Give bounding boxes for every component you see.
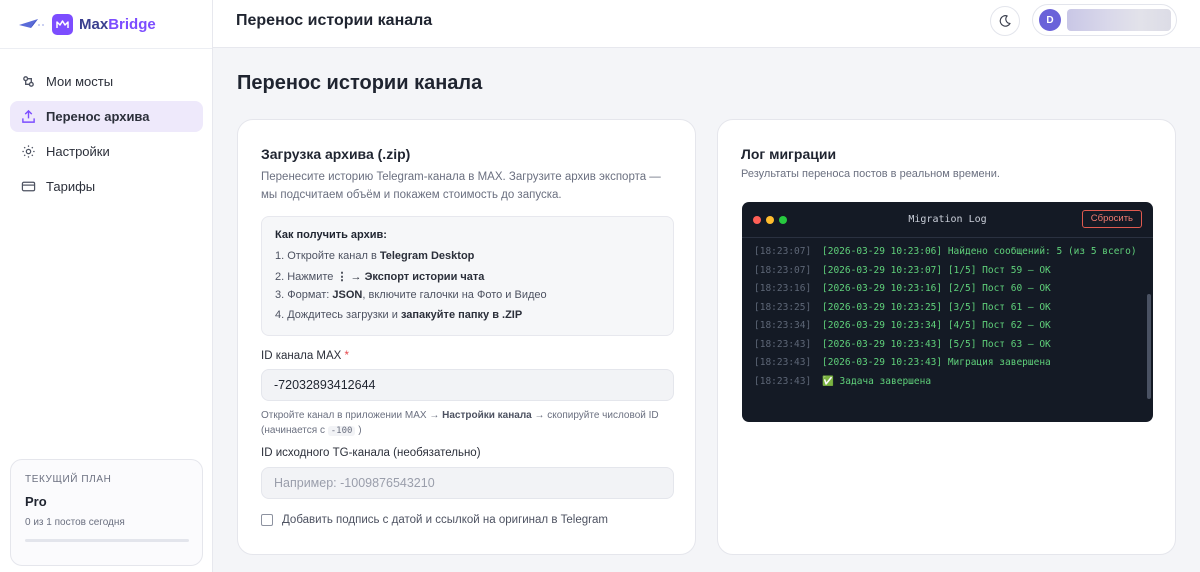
log-message: [2026-03-29 10:23:43] [5/5] Пост 63 — OK [822,338,1051,350]
log-line: [18:23:43] [2026-03-29 10:23:43] Миграция… [754,354,1141,373]
log-line: [18:23:25] [2026-03-29 10:23:25] [3/5] По… [754,299,1141,318]
sidebar: MaxBridge Мои мосты Перенос архива Настр… [0,0,213,572]
max-channel-id-input[interactable] [261,369,674,401]
log-timestamp: [18:23:25] [754,301,812,313]
howto-heading: Как получить архив: [275,229,387,241]
sidebar-item-settings[interactable]: Настройки [10,136,203,167]
moon-icon [999,15,1011,27]
brand-logo[interactable]: MaxBridge [18,12,156,36]
max-channel-id-hint: Откройте канал в приложении MAX → Настро… [261,410,659,436]
current-plan-card: ТЕКУЩИЙ ПЛАН Pro 0 из 1 постов сегодня [10,459,203,566]
terminal-header: Migration Log Сбросить [742,202,1153,238]
header-title: Перенос истории канала [236,12,433,29]
log-line: [18:23:43] ✅ Задача завершена [754,373,1141,392]
reset-button[interactable]: Сбросить [1081,210,1142,228]
required-mark: * [344,350,350,362]
howto-box: Как получить архив: 1. Откройте канал в … [261,216,674,336]
bridge-icon [20,74,36,90]
sidebar-item-label: Мои мосты [46,74,114,89]
migration-log-card: Лог миграции Результаты переноса постов … [717,119,1176,555]
divider [0,48,212,49]
gear-icon [20,144,36,160]
howto-steps: 1. Откройте канал в Telegram Desktop 2. … [275,250,660,328]
signature-checkbox-label: Добавить подпись с датой и ссылкой на ор… [282,514,608,526]
log-line: [18:23:43] [2026-03-29 10:23:43] [5/5] По… [754,336,1141,355]
terminal-scrollbar[interactable] [1147,294,1151,399]
upload-card-description: Перенесите историю Telegram-канала в MAX… [261,171,661,201]
signature-checkbox-row[interactable]: Добавить подпись с датой и ссылкой на ор… [261,514,608,526]
log-message: [2026-03-29 10:23:43] Миграция завершена [822,357,1051,368]
log-message: [2026-03-29 10:23:25] [3/5] Пост 61 — OK [822,301,1051,313]
migration-log-terminal: Migration Log Сбросить [18:23:07] [2026-0… [742,202,1153,422]
plan-label: ТЕКУЩИЙ ПЛАН [25,474,112,485]
signature-checkbox[interactable] [261,514,273,526]
plan-name: Pro [25,494,47,509]
log-lines[interactable]: [18:23:07] [2026-03-29 10:23:06] Найдено … [742,238,1153,391]
howto-step: 2. Нажмите ⋮ → Экспорт истории чата [275,270,485,283]
howto-step: 4. Дождитесь загрузки и запакуйте папку … [275,308,523,321]
log-line: [18:23:34] [2026-03-29 10:23:34] [4/5] По… [754,317,1141,336]
sidebar-item-label: Настройки [46,144,110,159]
max-channel-id-label: ID канала MAX * [261,350,350,362]
plan-usage: 0 из 1 постов сегодня [25,517,125,528]
tg-channel-id-input[interactable] [261,467,674,499]
avatar: D [1039,9,1061,31]
log-timestamp: [18:23:07] [754,246,812,257]
log-timestamp: [18:23:07] [754,264,812,276]
sidebar-item-tariffs[interactable]: Тарифы [10,171,203,202]
log-message: [2026-03-29 10:23:07] [1/5] Пост 59 — OK [822,264,1051,276]
log-message: [2026-03-29 10:23:16] [2/5] Пост 60 — OK [822,283,1051,294]
logo-mark-icon [52,13,73,35]
sidebar-item-bridges[interactable]: Мои мосты [10,66,203,97]
card-icon [20,179,36,195]
log-timestamp: [18:23:43] [754,357,812,368]
usage-progress-bar [25,539,189,542]
sidebar-item-label: Перенос архива [46,109,150,124]
top-bar: Перенос истории канала D [213,0,1200,48]
log-line: [18:23:07] [2026-03-29 10:23:07] [1/5] По… [754,262,1141,281]
upload-card-title: Загрузка архива (.zip) [261,146,411,162]
log-line: [18:23:07] [2026-03-29 10:23:06] Найдено … [754,243,1141,262]
log-timestamp: [18:23:16] [754,283,812,294]
log-line: [18:23:16] [2026-03-29 10:23:16] [2/5] По… [754,280,1141,299]
sidebar-item-label: Тарифы [46,179,96,194]
user-menu[interactable]: D [1032,4,1177,36]
tg-channel-id-label: ID исходного TG-канала (необязательно) [261,447,481,459]
log-message: [2026-03-29 10:23:06] Найдено сообщений:… [822,246,1137,257]
log-card-title: Лог миграции [741,146,837,162]
howto-step: 1. Откройте канал в Telegram Desktop [275,250,475,262]
page-title: Перенос истории канала [237,72,483,94]
upload-archive-card: Загрузка архива (.zip) Перенесите истори… [237,119,696,555]
brand-name: MaxBridge [79,15,156,33]
log-message: ✅ Задача завершена [822,375,932,387]
upload-icon [20,109,36,125]
sidebar-nav: Мои мосты Перенос архива Настройки Тариф… [10,66,203,206]
log-timestamp: [18:23:34] [754,320,812,331]
log-timestamp: [18:23:43] [754,338,812,350]
theme-toggle-button[interactable] [990,6,1020,36]
blurred-username [1067,9,1171,31]
log-message: [2026-03-29 10:23:34] [4/5] Пост 62 — OK [822,320,1051,331]
sidebar-item-archive-transfer[interactable]: Перенос архива [10,101,203,132]
log-card-description: Результаты переноса постов в реальном вр… [741,168,1000,180]
howto-step: 3. Формат: JSON, включите галочки на Фот… [275,289,547,301]
paper-plane-icon [19,19,44,28]
log-timestamp: [18:23:43] [754,375,812,387]
